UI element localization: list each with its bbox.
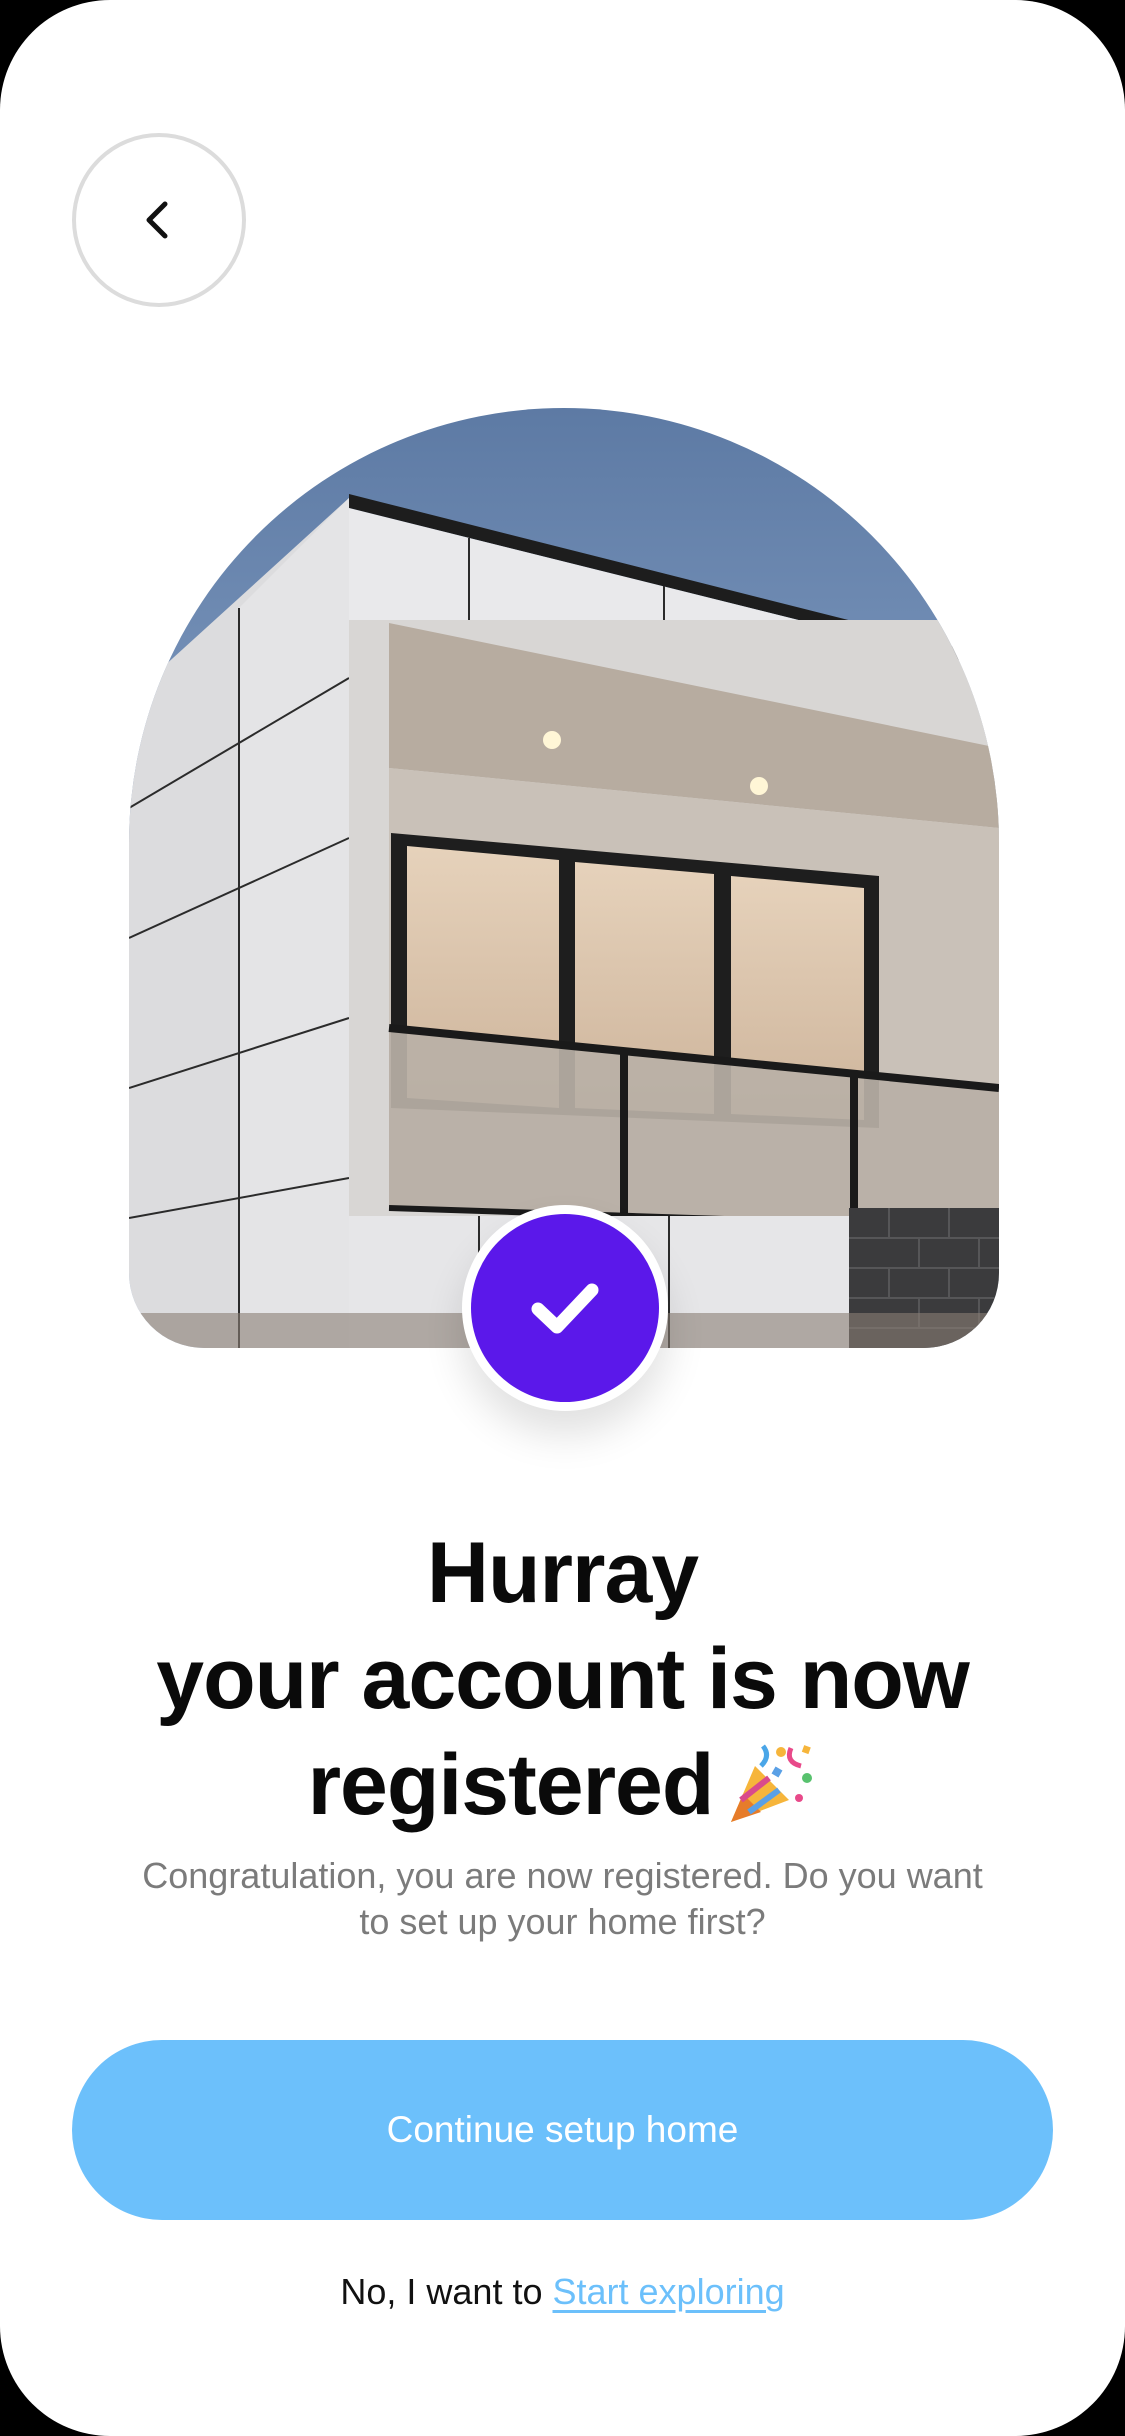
- start-exploring-link[interactable]: Start exploring: [553, 2271, 785, 2312]
- party-popper-icon: [731, 1744, 813, 1822]
- check-icon: [531, 1283, 599, 1334]
- footer-explore: No, I want to Start exploring: [0, 2265, 1125, 2319]
- continue-setup-home-button[interactable]: Continue setup home: [72, 2040, 1053, 2220]
- title-line-1: Hurray: [426, 1525, 699, 1621]
- success-badge-fill: [471, 1214, 659, 1402]
- footer-prefix: No, I want to: [340, 2271, 543, 2312]
- registration-success-screen: Hurray your account is now registered Co…: [0, 0, 1125, 2436]
- subtitle-text: Congratulation, you are now registered. …: [142, 1855, 983, 1942]
- title-line-3: registered: [60, 1732, 1065, 1838]
- title-line-2: your account is now: [156, 1631, 969, 1727]
- page-title: Hurray your account is now registered: [60, 1520, 1065, 1838]
- chevron-left-icon: [146, 201, 168, 239]
- title-line-3-text: registered: [307, 1737, 715, 1833]
- back-button[interactable]: [72, 133, 246, 307]
- success-badge: [462, 1205, 668, 1411]
